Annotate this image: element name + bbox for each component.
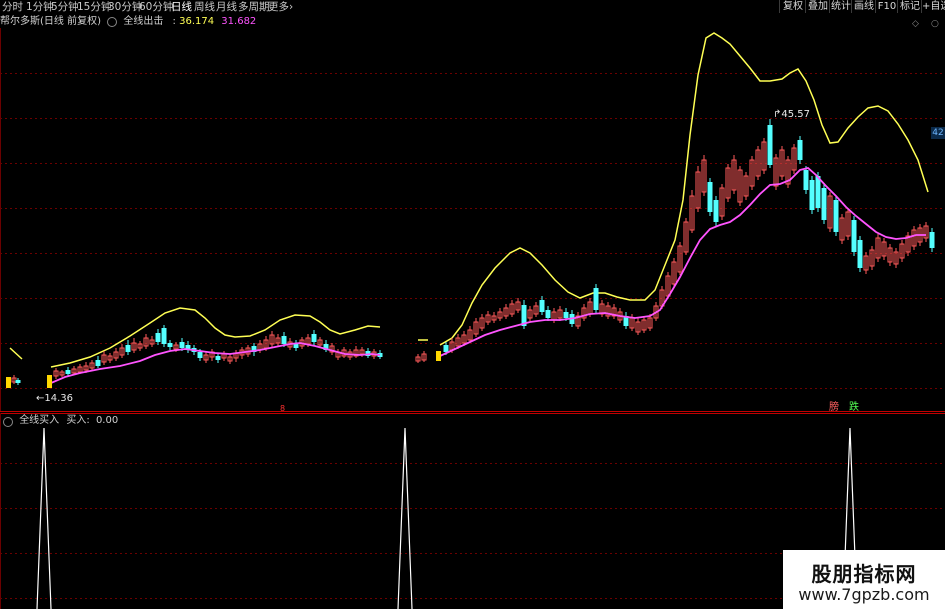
candle-body-down — [815, 176, 821, 208]
stock-title: 帮尔多斯(日线 前复权) — [0, 16, 101, 27]
candle-body-down — [593, 288, 599, 310]
candle-body-down — [563, 312, 569, 318]
rise-label: 膀 — [829, 400, 839, 413]
candle-body-down — [161, 328, 167, 344]
value-separator: : — [172, 16, 176, 27]
candle-body-down — [707, 182, 713, 212]
candle-body-down — [125, 345, 131, 352]
current-price-badge: 42 — [931, 127, 945, 139]
indicator-name[interactable]: 全线出击 — [123, 14, 163, 29]
candle-body-down — [95, 360, 101, 366]
buy-signal-peak — [36, 427, 52, 609]
upper-band-line — [9, 347, 23, 360]
candle-body-down — [15, 380, 21, 383]
candle-body-down — [179, 342, 185, 348]
candlestick-series — [11, 119, 935, 385]
watermark-box: 股朋指标网 www.7gpzb.com — [783, 550, 945, 609]
buy-signal-marker — [47, 375, 52, 388]
buy-signal-marker — [436, 351, 441, 361]
gear-icon[interactable] — [107, 17, 118, 27]
circle-icon[interactable]: ○ — [931, 19, 939, 29]
candle-body-down — [443, 345, 449, 352]
indicator-panel-label: 买入: — [66, 415, 90, 426]
upper-band-line — [439, 32, 929, 346]
main-info-line: 帮尔多斯(日线 前复权) 全线出击 : 36.174 31.682 — [0, 14, 256, 29]
candle-body-down — [65, 370, 71, 374]
candle-body-down — [929, 232, 935, 248]
main-chart[interactable]: ←14.36 ↱45.57 8 膀 跌 ◇ ○ — [0, 0, 945, 413]
candle-body-down — [797, 140, 803, 160]
candle-body-down — [311, 334, 317, 342]
candle-body-down — [197, 352, 203, 358]
candle-body-down — [809, 180, 815, 210]
candle-body-down — [767, 125, 773, 165]
candle-body-down — [539, 300, 545, 312]
buy-signal-peak — [397, 427, 413, 609]
max-price-label: ↱45.57 — [773, 109, 810, 120]
candle-body-down — [713, 200, 719, 222]
candle-body-down — [167, 343, 173, 347]
min-price-label: ←14.36 — [36, 393, 73, 404]
watermark-title: 股朋指标网 — [811, 562, 917, 586]
indicator-info-line: 全线买入 买入: 0.00 — [0, 414, 118, 428]
candle-body-down — [851, 220, 857, 252]
indicator-panel-value: 0.00 — [95, 415, 119, 426]
diamond-icon[interactable]: ◇ — [912, 19, 919, 29]
candle-body-down — [803, 170, 809, 190]
buy-signal-marker — [6, 377, 11, 388]
candle-body-down — [821, 188, 827, 220]
watermark-url: www.7gpzb.com — [798, 585, 930, 604]
candle-body-down — [215, 356, 221, 360]
candle-body-down — [857, 240, 863, 268]
fall-label: 跌 — [849, 400, 859, 413]
indicator-value-1: 36.174 — [179, 16, 215, 27]
indicator-value-2: 31.682 — [221, 16, 257, 27]
candle-body-down — [155, 333, 161, 342]
gear-icon[interactable] — [3, 417, 13, 427]
indicator-panel-name[interactable]: 全线买入 — [19, 415, 59, 426]
candle-body-down — [545, 310, 551, 318]
candle-body-down — [833, 200, 839, 232]
mid-axis-mark: 8 — [280, 404, 285, 413]
candle-body-down — [281, 336, 287, 344]
